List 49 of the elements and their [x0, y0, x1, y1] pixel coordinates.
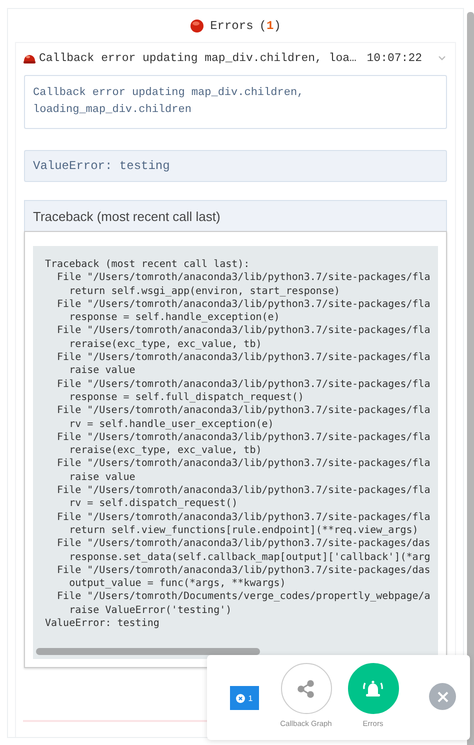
horizontal-scrollbar[interactable]	[36, 648, 260, 656]
code-line: File "/Users/tomroth/anaconda3/lib/python3.7/site-packages/das	[56, 537, 432, 551]
code-line: response.set_data(self.callback_map[output]['callback'](*arg	[68, 550, 432, 564]
code-line: return self.wsgi_app(environ, start_response)	[68, 284, 342, 298]
code-line: rv = self.handle_user_exception(e)	[68, 418, 275, 431]
traceback-header: Traceback (most recent call last)	[24, 200, 447, 231]
code-line: raise ValueError('testing')	[68, 604, 233, 618]
error-time: 10:07:22	[366, 52, 422, 64]
code-line: ValueError: testing	[45, 617, 160, 630]
code-line: raise value	[68, 470, 136, 484]
code-line: File "/Users/tomroth/anaconda3/lib/python3.7/site-packages/fla	[56, 324, 432, 338]
close-button[interactable]	[429, 683, 456, 710]
code-line: output_value = func(*args, **kwargs)	[68, 577, 287, 590]
code-line: File "/Users/tomroth/anaconda3/lib/python3.7/site-packages/fla	[56, 510, 432, 524]
close-circle-icon	[236, 694, 246, 702]
bell-icon	[361, 678, 385, 700]
error-count: (1)	[259, 18, 281, 32]
code-line: File "/Users/tomroth/anaconda3/lib/python3.7/site-packages/fla	[56, 378, 432, 391]
code-line: reraise(exc_type, exc_value, tb)	[68, 444, 263, 458]
code-line: Traceback (most recent call last):	[45, 258, 251, 272]
error-summary[interactable]: Callback error updating map_div.children, loa…	[39, 52, 364, 64]
code-line: response = self.full_dispatch_request()	[68, 390, 305, 404]
code-line: File "/Users/tomroth/anaconda3/lib/python3.7/site-packages/fla	[56, 457, 432, 471]
panel-title: Errors	[210, 18, 254, 32]
alarm-light-icon	[23, 52, 36, 64]
close-icon	[436, 690, 448, 702]
code-line: File "/Users/tomroth/anaconda3/lib/python3.7/site-packages/fla	[56, 351, 432, 364]
chevron-icon[interactable]	[437, 54, 447, 62]
error-value: ValueError: testing	[24, 150, 447, 182]
code-line: File "/Users/tomroth/anaconda3/lib/python3.7/site-packages/fla	[56, 298, 432, 312]
code-line: File "/Users/tomroth/anaconda3/lib/python3.7/site-packages/fla	[56, 404, 432, 418]
badge-count: 1	[248, 694, 253, 702]
code-line: rv = self.dispatch_request()	[68, 497, 239, 511]
code-line: return self.view_functions[rule.endpoint](**req.view_args)	[68, 524, 420, 538]
code-line: File "/Users/tomroth/anaconda3/lib/python3.7/site-packages/fla	[56, 271, 432, 285]
code-line: File "/Users/tomroth/anaconda3/lib/python3.7/site-packages/fla	[56, 430, 432, 444]
code-line: response = self.handle_exception(e)	[68, 311, 281, 324]
error-ball-icon	[190, 18, 204, 32]
code-line: File "/Users/tomroth/anaconda3/lib/python3.7/site-packages/das	[56, 564, 432, 578]
code-line: raise value	[68, 364, 136, 378]
callback-graph-button[interactable]	[280, 663, 332, 714]
code-line: File "/Users/tomroth/anaconda3/lib/python3.7/site-packages/fla	[56, 484, 432, 498]
error-badge[interactable]: 1	[230, 686, 259, 710]
code-line: File "/Users/tomroth/Documents/verge_codes/propertly_webpage/a	[56, 590, 432, 604]
error-message: Callback error updating map_div.children, loading_map_div.children	[24, 75, 447, 129]
vertical-scrollbar[interactable]	[467, 12, 474, 745]
code-line: reraise(exc_type, exc_value, tb)	[68, 338, 263, 352]
errors-button[interactable]	[348, 663, 398, 714]
share-icon	[296, 678, 316, 698]
